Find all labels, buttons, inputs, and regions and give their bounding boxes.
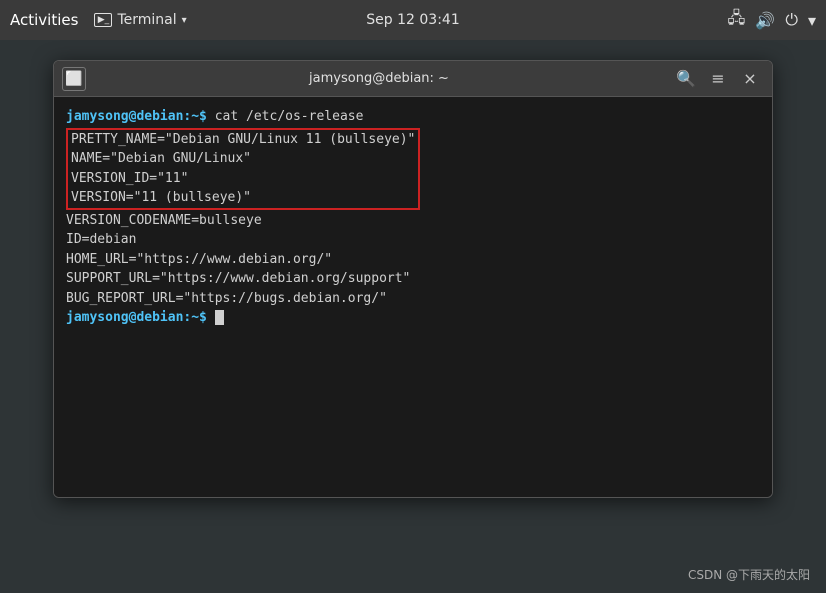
search-button[interactable]: 🔍 [672, 65, 700, 93]
output-line-8: SUPPORT_URL="https://www.debian.org/supp… [66, 269, 760, 289]
terminal-body[interactable]: jamysong@debian:~$ cat /etc/os-release P… [54, 97, 772, 497]
output-line-2: NAME="Debian GNU/Linux" [68, 149, 418, 169]
activities-button[interactable]: Activities [10, 11, 78, 29]
menu-button[interactable]: ≡ [704, 65, 732, 93]
restore-button[interactable]: ⬜ [62, 67, 86, 91]
output-line-5: VERSION_CODENAME=bullseye [66, 211, 760, 231]
topbar: Activities ▶_ Terminal ▾ Sep 12 03:41 🖧 … [0, 0, 826, 40]
watermark: CSDN @下雨天的太阳 [688, 566, 810, 583]
prompt-2: jamysong@debian:~$ [66, 310, 207, 325]
system-menu-icon[interactable]: ▾ [808, 11, 816, 30]
topbar-left: Activities ▶_ Terminal ▾ [10, 11, 187, 29]
volume-icon[interactable]: 🔊 [755, 11, 775, 30]
command-1: cat /etc/os-release [207, 109, 364, 124]
terminal-line-prompt2: jamysong@debian:~$ [66, 308, 760, 328]
prompt-1: jamysong@debian:~$ [66, 109, 207, 124]
titlebar-right: 🔍 ≡ × [672, 65, 764, 93]
power-icon[interactable]: ⏻ [785, 10, 798, 30]
terminal-label: Terminal [117, 12, 176, 28]
output-line-1: PRETTY_NAME="Debian GNU/Linux 11 (bullse… [68, 130, 418, 150]
terminal-window: ⬜ jamysong@debian: ~ 🔍 ≡ × jamysong@debi… [53, 60, 773, 498]
network-icon[interactable]: 🖧 [728, 7, 746, 34]
output-line-3: VERSION_ID="11" [68, 169, 418, 189]
topbar-datetime: Sep 12 03:41 [366, 12, 459, 28]
desktop: ⬜ jamysong@debian: ~ 🔍 ≡ × jamysong@debi… [0, 40, 826, 593]
cursor [215, 310, 224, 325]
terminal-titlebar: ⬜ jamysong@debian: ~ 🔍 ≡ × [54, 61, 772, 97]
window-title: jamysong@debian: ~ [86, 71, 672, 86]
titlebar-left: ⬜ [62, 67, 86, 91]
terminal-menu-button[interactable]: ▶_ Terminal ▾ [94, 12, 186, 28]
output-line-9: BUG_REPORT_URL="https://bugs.debian.org/… [66, 289, 760, 309]
topbar-right: 🖧 🔊 ⏻ ▾ [728, 7, 816, 34]
output-line-6: ID=debian [66, 230, 760, 250]
terminal-line-command: jamysong@debian:~$ cat /etc/os-release [66, 107, 760, 127]
chevron-down-icon: ▾ [182, 15, 187, 26]
highlighted-output-block: PRETTY_NAME="Debian GNU/Linux 11 (bullse… [66, 128, 420, 210]
close-button[interactable]: × [736, 65, 764, 93]
output-line-7: HOME_URL="https://www.debian.org/" [66, 250, 760, 270]
terminal-icon: ▶_ [94, 13, 112, 27]
output-line-4: VERSION="11 (bullseye)" [68, 188, 418, 208]
